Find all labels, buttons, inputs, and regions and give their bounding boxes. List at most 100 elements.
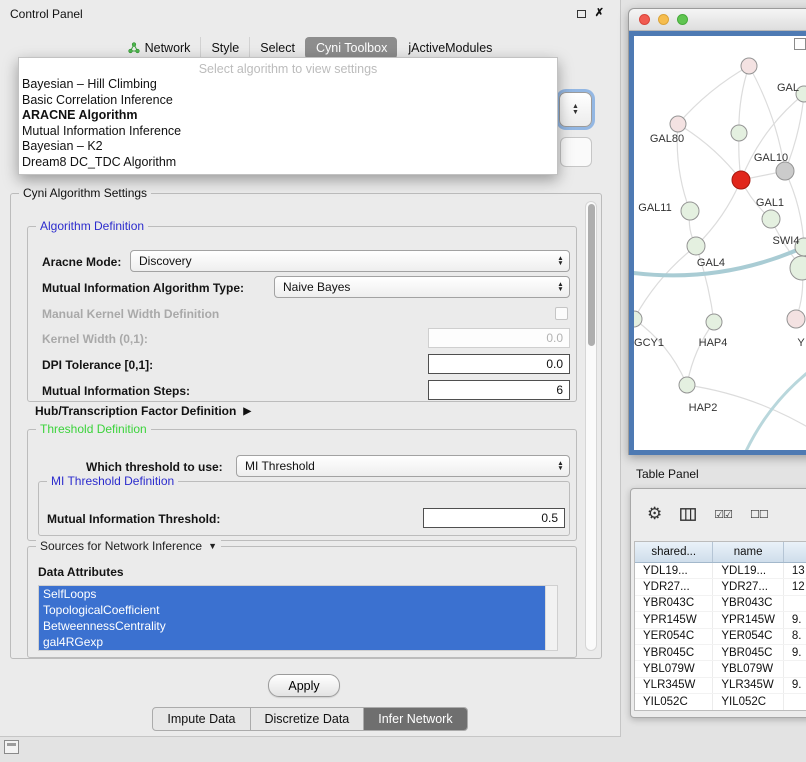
network-node[interactable] xyxy=(762,210,780,228)
network-node[interactable] xyxy=(681,202,699,220)
network-node[interactable] xyxy=(787,310,805,328)
attribute-item[interactable]: TopologicalCoefficient xyxy=(39,602,545,618)
attribute-item[interactable]: BetweennessCentrality xyxy=(39,618,545,634)
table-cell[interactable]: YER054C xyxy=(713,629,784,644)
table-cell[interactable]: YDR27... xyxy=(713,579,784,594)
algorithm-option[interactable]: Dream8 DC_TDC Algorithm xyxy=(19,155,557,171)
tab-select[interactable]: Select xyxy=(249,37,305,59)
table-cell[interactable]: YBL079W xyxy=(635,661,713,676)
close-panel-icon[interactable]: ✗ xyxy=(595,8,604,19)
network-node[interactable] xyxy=(731,125,747,141)
algorithm-option[interactable]: Bayesian – Hill Climbing xyxy=(19,77,557,93)
table-cell[interactable]: 9. xyxy=(784,612,806,627)
manual-kernel-checkbox[interactable] xyxy=(555,307,568,320)
tab-network[interactable]: Network xyxy=(118,37,201,59)
threshold-type-select[interactable]: MI Threshold ▲▼ xyxy=(236,455,570,477)
table-row[interactable]: YDL19...YDL19...13 xyxy=(635,563,806,579)
algorithm-option[interactable]: Mutual Information Inference xyxy=(19,124,557,140)
network-node[interactable] xyxy=(741,58,757,74)
network-edge[interactable] xyxy=(634,319,687,385)
table-cell[interactable]: YBR043C xyxy=(635,596,713,611)
network-node[interactable] xyxy=(706,314,722,330)
apply-button[interactable]: Apply xyxy=(268,674,340,697)
table-cell[interactable]: YDR27... xyxy=(635,579,713,594)
table-row[interactable]: YDR27...YDR27...12 xyxy=(635,579,806,595)
network-edge[interactable] xyxy=(741,94,804,180)
table-cell[interactable]: YLR345W xyxy=(635,678,713,693)
table-cell[interactable]: 9. xyxy=(784,645,806,660)
columns-icon[interactable] xyxy=(680,508,696,521)
close-window-button[interactable] xyxy=(639,14,650,25)
network-scroll-corner[interactable] xyxy=(794,38,806,50)
table-cell[interactable]: YER054C xyxy=(635,629,713,644)
tab-jactivemodules[interactable]: jActiveModules xyxy=(397,37,502,59)
settings-scrollbar[interactable] xyxy=(585,201,597,651)
table-row[interactable]: YPR145WYPR145W9. xyxy=(635,612,806,628)
table-cell[interactable]: YBL079W xyxy=(713,661,784,676)
network-edge[interactable] xyxy=(687,322,714,385)
deselect-all-icon[interactable]: ☐☐ xyxy=(750,508,768,521)
table-cell[interactable]: YIL052C xyxy=(635,694,713,709)
restore-panel-icon[interactable] xyxy=(4,740,19,754)
network-node[interactable] xyxy=(790,256,806,280)
table-row[interactable]: YLR345WYLR345W9. xyxy=(635,678,806,694)
gear-icon[interactable]: ⚙ xyxy=(647,504,662,524)
network-canvas[interactable]: GALGAL80GAL10GAL11GAL1SWI4GAL4GCY1HAP4YH… xyxy=(629,31,806,455)
table-row[interactable]: YBL079WYBL079W xyxy=(635,661,806,677)
table-cell[interactable]: YDL19... xyxy=(713,563,784,578)
zoom-window-button[interactable] xyxy=(677,14,688,25)
table-row[interactable]: YIL052CYIL052C xyxy=(635,694,806,710)
tab-infer-network[interactable]: Infer Network xyxy=(363,708,466,730)
table-cell[interactable]: YPR145W xyxy=(635,612,713,627)
table-row[interactable]: YBR043CYBR043C xyxy=(635,596,806,612)
table-cell[interactable]: 12 xyxy=(784,579,806,594)
table-cell[interactable] xyxy=(784,694,806,709)
attributes-scrollbar[interactable] xyxy=(545,586,557,650)
mi-steps-field[interactable]: 6 xyxy=(428,380,570,400)
data-attributes-list[interactable]: SelfLoops TopologicalCoefficient Between… xyxy=(38,585,558,651)
table-row[interactable]: YBR045CYBR045C9. xyxy=(635,645,806,661)
network-edge[interactable] xyxy=(634,246,696,319)
attribute-item[interactable]: gal4RGexp xyxy=(39,634,545,650)
table-cell[interactable]: 8. xyxy=(784,629,806,644)
settings-scrollbar-thumb[interactable] xyxy=(588,204,595,346)
table-cell[interactable] xyxy=(784,661,806,676)
mi-type-select[interactable]: Naive Bayes ▲▼ xyxy=(274,276,570,298)
table-cell[interactable]: 9. xyxy=(784,678,806,693)
network-edge[interactable] xyxy=(739,66,749,133)
algorithm-option-selected[interactable]: ARACNE Algorithm xyxy=(19,108,557,124)
column-header-name[interactable]: name xyxy=(713,542,784,562)
network-node[interactable] xyxy=(670,116,686,132)
tab-cyni-toolbox[interactable]: Cyni Toolbox xyxy=(305,37,397,59)
network-edge[interactable] xyxy=(678,66,749,124)
table-cell[interactable]: YBR045C xyxy=(635,645,713,660)
algorithm-select-stepper[interactable]: ▲ ▼ xyxy=(559,92,592,127)
network-node[interactable] xyxy=(776,162,794,180)
dpi-tolerance-field[interactable]: 0.0 xyxy=(428,354,570,374)
network-svg[interactable]: GALGAL80GAL10GAL11GAL1SWI4GAL4GCY1HAP4YH… xyxy=(634,36,806,454)
network-node[interactable] xyxy=(732,171,750,189)
select-all-icon[interactable]: ☑☑ xyxy=(714,508,732,521)
column-header-shared[interactable]: shared... xyxy=(635,542,713,562)
table-row[interactable]: YER054CYER054C8. xyxy=(635,629,806,645)
tab-impute-data[interactable]: Impute Data xyxy=(153,708,249,730)
algorithm-option[interactable]: Basic Correlation Inference xyxy=(19,93,557,109)
float-panel-icon[interactable] xyxy=(577,10,586,18)
hub-section-toggle[interactable]: Hub/Transcription Factor Definition ▶ xyxy=(35,404,251,418)
algorithm-option[interactable]: Bayesian – K2 xyxy=(19,139,557,155)
attribute-item[interactable]: SelfLoops xyxy=(39,586,545,602)
tab-discretize-data[interactable]: Discretize Data xyxy=(250,708,364,730)
table-cell[interactable]: 13 xyxy=(784,563,806,578)
table-cell[interactable]: YPR145W xyxy=(713,612,784,627)
column-header-extra[interactable] xyxy=(784,542,806,562)
table-cell[interactable] xyxy=(784,596,806,611)
table-cell[interactable]: YBR045C xyxy=(713,645,784,660)
aracne-mode-select[interactable]: Discovery ▲▼ xyxy=(130,250,570,272)
minimize-window-button[interactable] xyxy=(658,14,669,25)
sources-toggle[interactable]: Sources for Network Inference ▼ xyxy=(36,540,221,553)
table-cell[interactable]: YBR043C xyxy=(713,596,784,611)
table-cell[interactable]: YLR345W xyxy=(713,678,784,693)
table-cell[interactable]: YDL19... xyxy=(635,563,713,578)
mi-threshold-field[interactable]: 0.5 xyxy=(423,508,565,528)
network-node[interactable] xyxy=(687,237,705,255)
